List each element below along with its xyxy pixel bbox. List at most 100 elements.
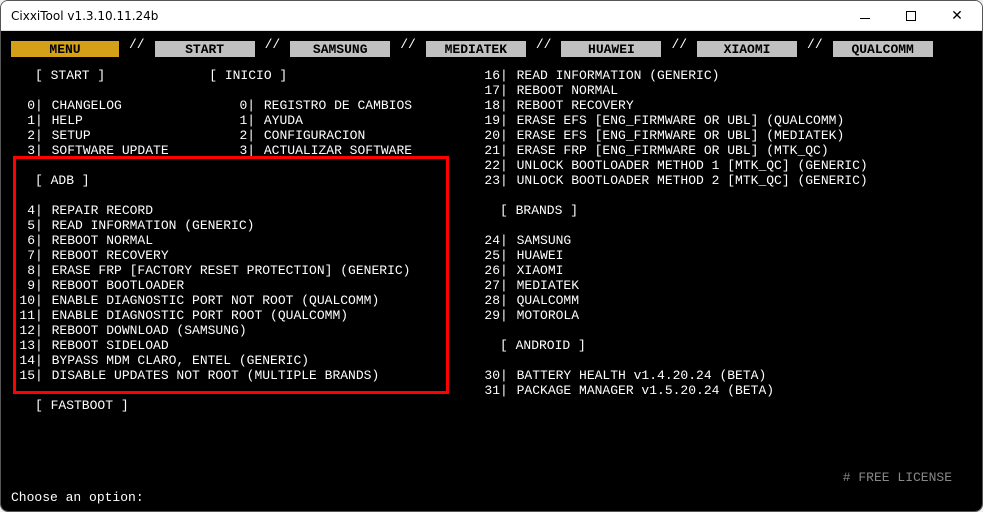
menu-item[interactable]: 16| READ INFORMATION (GENERIC) — [476, 68, 972, 83]
maximize-icon — [906, 11, 916, 21]
menu-item[interactable]: 19| ERASE EFS [ENG_FIRMWARE OR UBL] (QUA… — [476, 113, 972, 128]
section-header: [ BRANDS ] — [476, 203, 972, 218]
item-label: PACKAGE MANAGER v1.5.20.24 (BETA) — [516, 383, 774, 398]
left-column: [ START ] [ INICIO ] 0| CHANGELOG 0| REG… — [11, 53, 476, 413]
item-index: 1 — [223, 113, 247, 128]
menu-item[interactable]: 7| REBOOT RECOVERY — [11, 248, 476, 263]
menu-item[interactable]: 28| QUALCOMM — [476, 293, 972, 308]
item-index: 28 — [476, 293, 500, 308]
item-index: 2 — [223, 128, 247, 143]
section-header: [ FASTBOOT ] — [11, 398, 476, 413]
item-index: 24 — [476, 233, 500, 248]
menu-item[interactable]: 9| REBOOT BOOTLOADER — [11, 278, 476, 293]
item-label: MEDIATEK — [516, 278, 579, 293]
menu-item[interactable]: 24| SAMSUNG — [476, 233, 972, 248]
menu-item[interactable]: 20| ERASE EFS [ENG_FIRMWARE OR UBL] (MED… — [476, 128, 972, 143]
item-index: 25 — [476, 248, 500, 263]
item-index: 18 — [476, 98, 500, 113]
menu-item[interactable]: 4| REPAIR RECORD — [11, 203, 476, 218]
item-label: MOTOROLA — [516, 308, 579, 323]
item-index: 15 — [11, 368, 35, 383]
item-label: ERASE FRP [ENG_FIRMWARE OR UBL] (MTK_QC) — [516, 143, 829, 158]
section-adb: [ ADB ] — [35, 173, 90, 188]
item-index: 4 — [11, 203, 35, 218]
section-fastboot: [ FASTBOOT ] — [35, 398, 129, 413]
item-index: 3 — [11, 143, 35, 158]
item-index: 27 — [476, 278, 500, 293]
item-index: 22 — [476, 158, 500, 173]
item-label: QUALCOMM — [516, 293, 579, 308]
item-label: READ INFORMATION (GENERIC) — [516, 68, 720, 83]
content-area: [ START ] [ INICIO ] 0| CHANGELOG 0| REG… — [1, 48, 982, 413]
menu-item[interactable]: 22| UNLOCK BOOTLOADER METHOD 1 [MTK_QC] … — [476, 158, 972, 173]
close-button[interactable]: ✕ — [934, 2, 980, 30]
menu-item[interactable]: 17| REBOOT NORMAL — [476, 83, 972, 98]
item-label: REBOOT SIDELOAD — [51, 338, 169, 353]
menu-item[interactable]: 5| READ INFORMATION (GENERIC) — [11, 218, 476, 233]
item-label: DISABLE UPDATES NOT ROOT (MULTIPLE BRAND… — [51, 368, 380, 383]
item-index: 6 — [11, 233, 35, 248]
menu-item[interactable]: 26| XIAOMI — [476, 263, 972, 278]
item-index: 2 — [11, 128, 35, 143]
minimize-button[interactable] — [842, 2, 888, 30]
maximize-button[interactable] — [888, 2, 934, 30]
item-index: 23 — [476, 173, 500, 188]
item-label: HUAWEI — [516, 248, 564, 263]
menu-item[interactable]: 8| ERASE FRP [FACTORY RESET PROTECTION] … — [11, 263, 476, 278]
menu-item[interactable]: 12| REBOOT DOWNLOAD (SAMSUNG) — [11, 323, 476, 338]
item-index: 29 — [476, 308, 500, 323]
item-label: REGISTRO DE CAMBIOS — [263, 98, 412, 113]
item-label: REBOOT DOWNLOAD (SAMSUNG) — [51, 323, 247, 338]
menu-item[interactable]: 6| REBOOT NORMAL — [11, 233, 476, 248]
menu-item[interactable]: 3| SOFTWARE UPDATE 3| ACTUALIZAR SOFTWAR… — [11, 143, 476, 158]
item-label: BATTERY HEALTH v1.4.20.24 (BETA) — [516, 368, 767, 383]
item-index: 13 — [11, 338, 35, 353]
menu-item[interactable]: 0| CHANGELOG 0| REGISTRO DE CAMBIOS — [11, 98, 476, 113]
menu-item[interactable]: 13| REBOOT SIDELOAD — [11, 338, 476, 353]
menu-item[interactable]: 14| BYPASS MDM CLARO, ENTEL (GENERIC) — [11, 353, 476, 368]
menu-item[interactable]: 29| MOTOROLA — [476, 308, 972, 323]
item-index: 3 — [223, 143, 247, 158]
item-index: 21 — [476, 143, 500, 158]
section-brands: [ BRANDS ] — [500, 203, 578, 218]
console-area: MENU // START // SAMSUNG // MEDIATEK // … — [1, 31, 982, 511]
item-index: 14 — [11, 353, 35, 368]
item-label: REBOOT RECOVERY — [516, 98, 634, 113]
tab-separator: // — [661, 41, 697, 48]
item-label: REBOOT NORMAL — [516, 83, 618, 98]
menu-item[interactable]: 21| ERASE FRP [ENG_FIRMWARE OR UBL] (MTK… — [476, 143, 972, 158]
menu-item[interactable]: 18| REBOOT RECOVERY — [476, 98, 972, 113]
menu-item[interactable]: 1| HELP 1| AYUDA — [11, 113, 476, 128]
menu-item[interactable]: 11| ENABLE DIAGNOSTIC PORT ROOT (QUALCOM… — [11, 308, 476, 323]
menu-item[interactable]: 25| HUAWEI — [476, 248, 972, 263]
item-index: 12 — [11, 323, 35, 338]
menu-item[interactable]: 23| UNLOCK BOOTLOADER METHOD 2 [MTK_QC] … — [476, 173, 972, 188]
item-label: UNLOCK BOOTLOADER METHOD 1 [MTK_QC] (GEN… — [516, 158, 868, 173]
tab-separator: // — [797, 41, 833, 48]
item-index: 1 — [11, 113, 35, 128]
tab-separator: // — [255, 41, 291, 48]
item-label: ACTUALIZAR SOFTWARE — [263, 143, 412, 158]
menu-item[interactable]: 2| SETUP 2| CONFIGURACION — [11, 128, 476, 143]
item-index: 8 — [11, 263, 35, 278]
section-header: [ START ] [ INICIO ] — [11, 68, 476, 83]
item-index: 5 — [11, 218, 35, 233]
item-index: 10 — [11, 293, 35, 308]
item-label: HELP — [51, 113, 224, 128]
menu-item[interactable]: 15| DISABLE UPDATES NOT ROOT (MULTIPLE B… — [11, 368, 476, 383]
menu-item[interactable]: 30| BATTERY HEALTH v1.4.20.24 (BETA) — [476, 368, 972, 383]
menu-item[interactable]: 27| MEDIATEK — [476, 278, 972, 293]
item-label: ERASE FRP [FACTORY RESET PROTECTION] (GE… — [51, 263, 411, 278]
item-label: CHANGELOG — [51, 98, 224, 113]
menu-item[interactable]: 10| ENABLE DIAGNOSTIC PORT NOT ROOT (QUA… — [11, 293, 476, 308]
item-index: 0 — [223, 98, 247, 113]
item-label: ENABLE DIAGNOSTIC PORT ROOT (QUALCOMM) — [51, 308, 348, 323]
prompt[interactable]: Choose an option: — [11, 490, 144, 505]
license-label: # FREE LICENSE — [843, 470, 952, 485]
item-index: 17 — [476, 83, 500, 98]
item-label: UNLOCK BOOTLOADER METHOD 2 [MTK_QC] (GEN… — [516, 173, 868, 188]
menu-item[interactable]: 31| PACKAGE MANAGER v1.5.20.24 (BETA) — [476, 383, 972, 398]
window-title: CixxiTool v1.3.10.11.24b — [11, 9, 842, 23]
item-index: 26 — [476, 263, 500, 278]
tab-bar: MENU // START // SAMSUNG // MEDIATEK // … — [1, 31, 982, 48]
